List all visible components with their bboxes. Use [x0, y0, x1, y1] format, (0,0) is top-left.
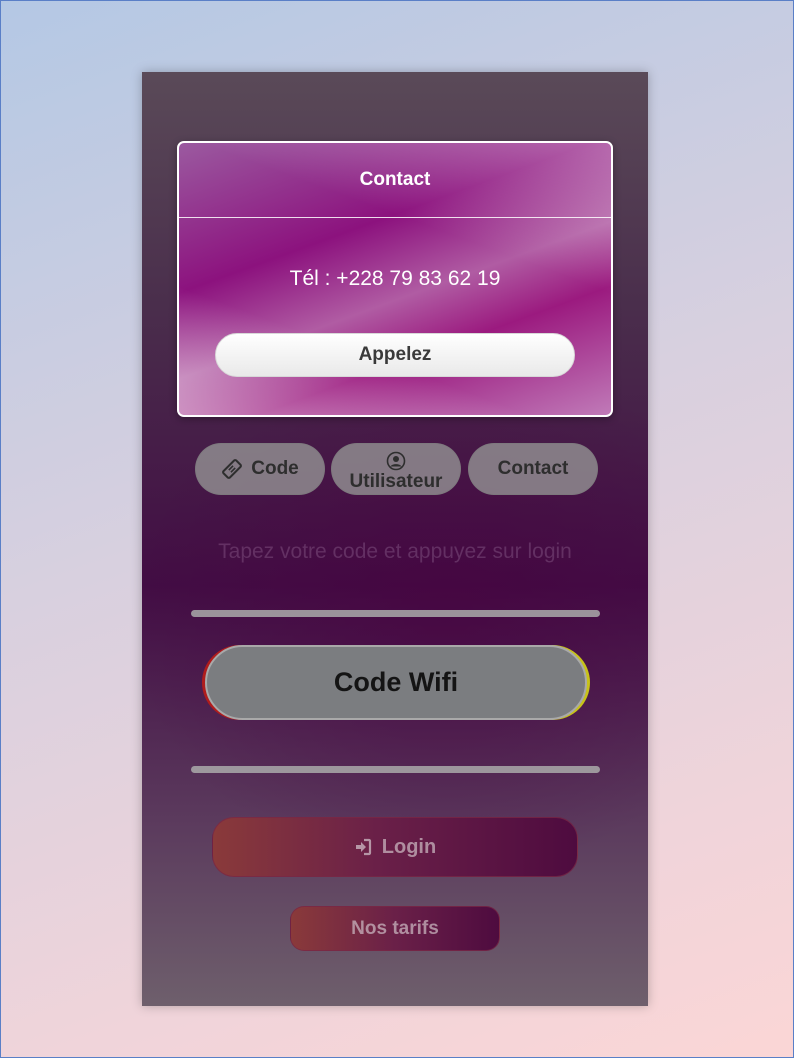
- user-circle-icon: [386, 451, 406, 471]
- tab-utilisateur-label: Utilisateur: [349, 470, 443, 492]
- phone-number-text: Tél : +228 79 83 62 19: [289, 267, 501, 290]
- tarifs-button[interactable]: Nos tarifs: [290, 906, 500, 951]
- ticket-icon: [221, 458, 243, 480]
- tab-utilisateur[interactable]: Utilisateur: [331, 443, 461, 495]
- wifi-code-input[interactable]: Code Wifi: [205, 645, 587, 720]
- tab-code[interactable]: Code: [195, 443, 325, 495]
- modal-title: Contact: [359, 169, 431, 190]
- instruction-text: Tapez votre code et appuyez sur login: [218, 540, 572, 563]
- call-button[interactable]: Appelez: [215, 333, 575, 377]
- divider-top: [191, 610, 600, 617]
- divider-bottom: [191, 766, 600, 773]
- tab-contact[interactable]: Contact: [468, 443, 598, 495]
- login-button-label: Login: [381, 835, 437, 858]
- tab-code-label: Code: [251, 458, 299, 479]
- app-screen: Contact Tél : +228 79 83 62 19 Appelez C…: [142, 72, 648, 1006]
- contact-modal: Contact Tél : +228 79 83 62 19 Appelez: [177, 141, 613, 417]
- login-button[interactable]: Login: [212, 817, 578, 877]
- modal-header: Contact: [179, 143, 611, 218]
- tab-contact-label: Contact: [497, 458, 569, 479]
- tab-bar: Code Utilisateur Contact: [195, 443, 598, 495]
- sign-in-icon: [354, 838, 372, 856]
